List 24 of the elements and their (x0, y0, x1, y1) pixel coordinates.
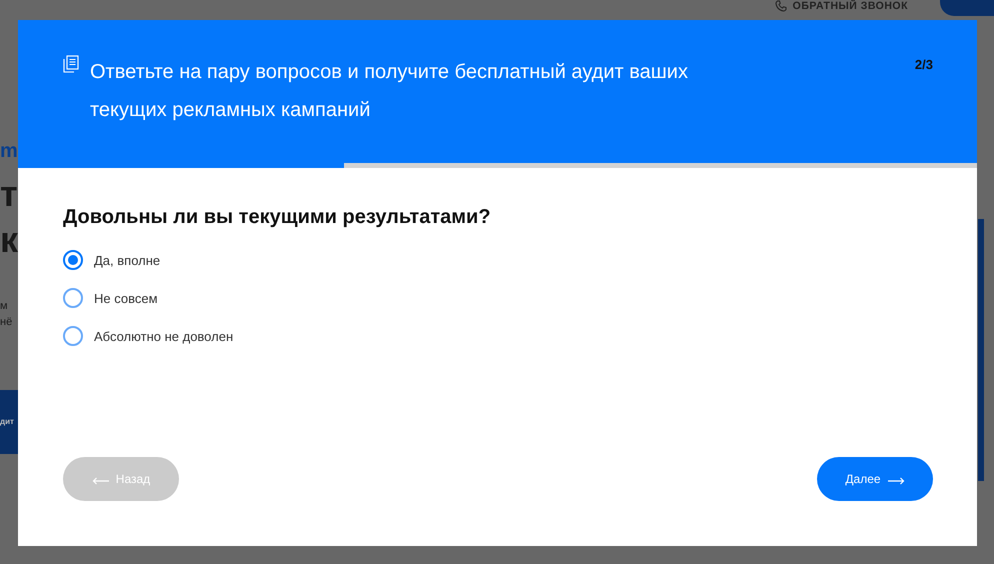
option-label: Да, вполне (94, 252, 160, 268)
heading-fragment: к (0, 220, 18, 260)
answer-option[interactable]: Абсолютно не доволен (63, 317, 234, 355)
arrow-left-icon (92, 477, 110, 485)
radio-button[interactable] (63, 288, 83, 308)
heading-fragment: т (0, 174, 18, 214)
radio-button[interactable] (63, 326, 83, 346)
text-fragment: нё (0, 315, 12, 330)
question-text: Довольны ли вы текущими результатами? (63, 206, 492, 229)
logo-fragment: m (0, 139, 18, 164)
documents-icon (63, 55, 79, 73)
header-button[interactable] (940, 0, 994, 16)
answer-option[interactable]: Не совсем (63, 279, 158, 317)
option-label: Абсолютно не доволен (94, 328, 234, 344)
answer-option[interactable]: Да, вполне (63, 241, 160, 279)
arrow-right-icon (886, 477, 905, 485)
dialog-title: Ответьте на пару вопросов и получите бесплатный аудит ваших текущих рекламных кампаний (90, 60, 689, 123)
step-counter: 2/3 (914, 57, 933, 72)
button-fragment: дит (0, 390, 18, 454)
next-button[interactable]: Далее (817, 457, 933, 501)
option-label: Не совсем (94, 290, 158, 306)
text-fragment: м (0, 299, 8, 314)
phone-icon (774, 0, 787, 12)
radio-button[interactable] (63, 250, 83, 270)
